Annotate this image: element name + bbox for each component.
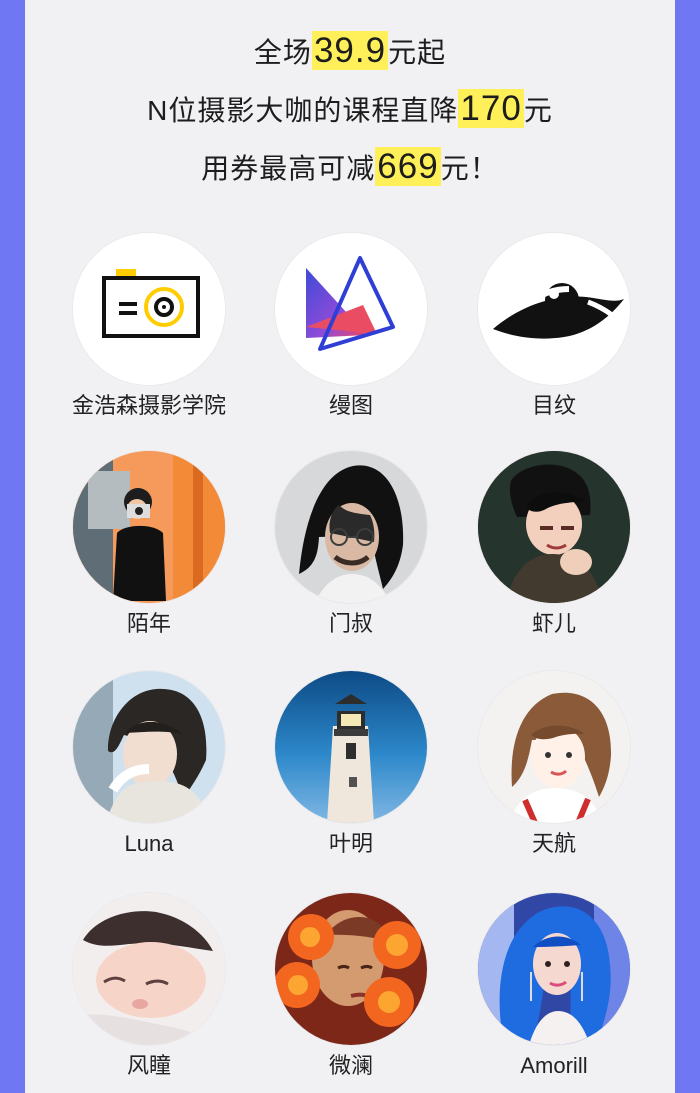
- photographer-item-luna[interactable]: Luna: [54, 671, 244, 855]
- xiaer-avatar[interactable]: [478, 451, 630, 603]
- photographer-portrait-icon: [478, 893, 630, 1045]
- photographer-item-menshu[interactable]: 门叔: [256, 451, 446, 635]
- photographer-item-yeming[interactable]: 叶明: [256, 671, 446, 855]
- photographer-portrait-icon: [478, 451, 630, 603]
- photographer-name: Luna: [124, 831, 174, 856]
- brand-name: 目纹: [531, 393, 576, 418]
- camera-logo-icon: [73, 233, 225, 385]
- photographer-name: Amorill: [520, 1053, 588, 1078]
- photographer-item-xiaer[interactable]: 虾儿: [459, 451, 649, 635]
- brand-item-mantu[interactable]: 缦图: [256, 233, 446, 417]
- photographer-item-fengtong[interactable]: 风瞳: [54, 893, 244, 1077]
- photographer-item-monian[interactable]: 陌年: [54, 451, 244, 635]
- lighthouse-photo-icon: [275, 671, 427, 823]
- photographer-portrait-icon: [73, 671, 225, 823]
- brand-item-jinhaosen[interactable]: 金浩森摄影学院: [54, 233, 244, 417]
- flower-portrait-icon: [275, 893, 427, 1045]
- tianhang-avatar[interactable]: [478, 671, 630, 823]
- brand-name: 金浩森摄影学院: [71, 393, 226, 418]
- photographer-name: 虾儿: [531, 611, 576, 636]
- luna-avatar[interactable]: [73, 671, 225, 823]
- eye-logo-icon: [478, 233, 630, 385]
- brand-item-muwen[interactable]: 目纹: [459, 233, 649, 417]
- photographer-name: 叶明: [328, 831, 373, 856]
- jinhaosen-logo[interactable]: [73, 233, 225, 385]
- photographer-item-weilan[interactable]: 微澜: [256, 893, 446, 1077]
- photographer-item-tianhang[interactable]: 天航: [459, 671, 649, 855]
- photographer-portrait-icon: [478, 671, 630, 823]
- yeming-avatar[interactable]: [275, 671, 427, 823]
- play-triangle-logo-icon: [275, 233, 427, 385]
- fengtong-avatar[interactable]: [73, 893, 225, 1045]
- photographer-portrait-icon: [275, 451, 427, 603]
- brand-name: 缦图: [328, 393, 373, 418]
- photographer-name: 门叔: [328, 611, 373, 636]
- content-panel: 全场39.9元起 N位摄影大咖的课程直降170元 用券最高可减669元！ 金浩森…: [25, 0, 675, 1093]
- photographer-name: 天航: [531, 831, 576, 856]
- photographer-name: 风瞳: [126, 1053, 171, 1078]
- amorill-avatar[interactable]: [478, 893, 630, 1045]
- photographer-portrait-icon: [73, 893, 225, 1045]
- monian-avatar[interactable]: [73, 451, 225, 603]
- photographer-grid: 金浩森摄影学院 缦图 目纹 陌年 门叔 虾儿 Luna 叶明 天航 风瞳 微澜 …: [25, 0, 675, 1093]
- mantu-logo[interactable]: [275, 233, 427, 385]
- weilan-avatar[interactable]: [275, 893, 427, 1045]
- photographer-item-amorill[interactable]: Amorill: [459, 893, 649, 1077]
- menshu-avatar[interactable]: [275, 451, 427, 603]
- muwen-logo[interactable]: [478, 233, 630, 385]
- photographer-name: 微澜: [328, 1053, 373, 1078]
- photographer-portrait-icon: [73, 451, 225, 603]
- photographer-name: 陌年: [126, 611, 171, 636]
